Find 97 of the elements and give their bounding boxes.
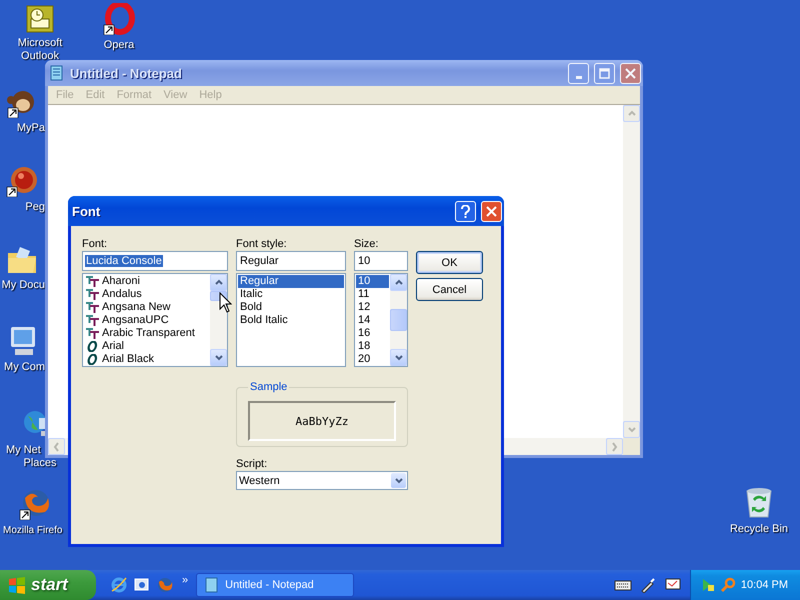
scroll-left-icon <box>52 442 62 452</box>
font-style-field[interactable]: Regular <box>236 251 346 271</box>
desktop-icon-label[interactable]: Opera <box>104 39 134 52</box>
ball-icon <box>6 165 38 197</box>
notepad-icon <box>205 577 220 593</box>
taskbar-button[interactable]: Untitled - Notepad <box>196 573 354 597</box>
script-dropdown[interactable]: Western <box>236 471 408 490</box>
list-item[interactable]: 20 <box>356 353 389 366</box>
list-item[interactable]: Aharoni <box>84 275 209 288</box>
clock: 10:04 PM <box>740 579 788 591</box>
opentype-font-icon <box>86 354 99 365</box>
scroll-bar-corner <box>623 438 640 455</box>
scroll-up-icon <box>626 108 636 118</box>
recycle-bin-icon <box>744 487 774 519</box>
list-box[interactable]: 10 11 12 14 16 18 20 <box>354 273 408 367</box>
list-item[interactable]: AngsanaUPC <box>84 314 209 327</box>
list-box[interactable]: Regular Italic Bold Bold Italic <box>236 273 346 367</box>
start-button[interactable]: start <box>0 570 96 600</box>
desktop-icon-label[interactable]: Mozilla Firefo <box>3 524 62 537</box>
cancel-button[interactable]: Cancel <box>416 278 483 301</box>
list-item[interactable]: Bold <box>238 301 344 314</box>
list-item[interactable]: Regular <box>238 275 344 288</box>
font-field[interactable]: Lucida Console <box>82 251 228 271</box>
minimize-button[interactable] <box>568 62 589 84</box>
chevron-button[interactable]: » <box>182 574 188 586</box>
scroll-bar[interactable] <box>390 274 407 366</box>
list-item[interactable]: Andalus <box>84 288 209 301</box>
firefox-icon[interactable] <box>156 576 174 594</box>
ring-icon <box>103 3 135 35</box>
list-item[interactable]: Arial Black <box>84 353 209 366</box>
window-title: Untitled - Notepad <box>70 66 183 80</box>
list-item[interactable]: Arabic Transparent <box>84 327 209 340</box>
desktop-icon-label[interactable]: Places <box>19 457 57 470</box>
mouse-cursor-icon <box>219 292 232 313</box>
close-button[interactable] <box>620 62 641 84</box>
truetype-font-icon <box>86 276 99 287</box>
calendar-clock-icon <box>26 5 54 33</box>
font-label: Font: <box>82 237 108 251</box>
help-icon <box>460 204 471 218</box>
list-item[interactable]: 16 <box>356 327 389 340</box>
desktop-icon-label[interactable]: Outlook <box>21 50 59 63</box>
close-icon <box>625 68 636 78</box>
close-icon <box>486 206 497 216</box>
truetype-font-icon <box>86 328 99 339</box>
list-item[interactable]: 18 <box>356 340 389 353</box>
desktop-icon-label[interactable]: MyPa <box>16 122 45 135</box>
desktop-icon-label[interactable]: Microsoft <box>18 37 62 50</box>
truetype-font-icon <box>86 315 99 326</box>
scroll-right-icon <box>610 442 620 452</box>
network-arrows-icon[interactable] <box>700 577 715 593</box>
dropdown-caret-icon <box>394 476 404 486</box>
maximize-button[interactable] <box>594 62 615 84</box>
sample-legend: Sample <box>248 381 290 393</box>
desktop-icon-label[interactable]: Recycle Bin <box>730 523 788 536</box>
scroll-up-icon <box>214 278 224 288</box>
minimize-icon <box>576 76 582 78</box>
sample-preview: AaBbYyZz <box>248 401 396 441</box>
list-item[interactable]: Arial <box>84 340 209 353</box>
list-item[interactable]: 11 <box>356 288 389 301</box>
scroll-thumb[interactable] <box>390 309 407 331</box>
list-item[interactable]: 14 <box>356 314 389 327</box>
folder-icon <box>6 245 38 275</box>
dialog-title: Font <box>72 204 102 218</box>
scroll-bar[interactable] <box>210 274 227 366</box>
list-item[interactable]: 12 <box>356 301 389 314</box>
size-label: Size: <box>354 237 380 251</box>
help-button[interactable] <box>455 200 476 222</box>
close-button[interactable] <box>481 200 502 222</box>
opentype-font-icon <box>86 341 99 352</box>
scroll-down-icon <box>626 424 636 434</box>
browser-e-icon[interactable] <box>110 576 128 594</box>
maximize-icon <box>599 68 610 78</box>
windows-flag-icon <box>8 576 26 594</box>
truetype-font-icon <box>86 289 99 300</box>
monkey-icon <box>6 88 36 118</box>
list-box[interactable]: Aharoni Andalus Angsana New AngsanaUPC Arabic Transparent Arial Arial Black <box>82 273 228 367</box>
notepad-icon <box>49 65 65 81</box>
desktop-icon-label[interactable]: My Docu <box>2 279 45 292</box>
font-style-label: Font style: <box>236 237 288 251</box>
list-item[interactable]: Italic <box>238 288 344 301</box>
vertical-scroll-bar[interactable] <box>623 105 640 438</box>
script-label: Script: <box>236 457 268 471</box>
keyboard-icon[interactable] <box>614 579 632 591</box>
size-field[interactable]: 10 <box>354 251 408 271</box>
pen-icon[interactable] <box>640 577 656 593</box>
truetype-font-icon <box>86 302 99 313</box>
scroll-up-icon <box>394 278 404 288</box>
list-item[interactable]: Angsana New <box>84 301 209 314</box>
desktop-icon-label[interactable]: My Com <box>4 361 45 374</box>
desktop-icon-label[interactable]: My Net <box>0 444 41 457</box>
fox-globe-icon <box>19 488 51 520</box>
scroll-down-icon <box>214 352 224 362</box>
ok-button[interactable]: OK <box>416 251 483 274</box>
desktop-icon-label[interactable]: Peg <box>25 201 45 214</box>
list-item[interactable]: Bold Italic <box>238 314 344 327</box>
scroll-down-icon <box>394 352 404 362</box>
list-item[interactable]: 10 <box>356 275 389 288</box>
